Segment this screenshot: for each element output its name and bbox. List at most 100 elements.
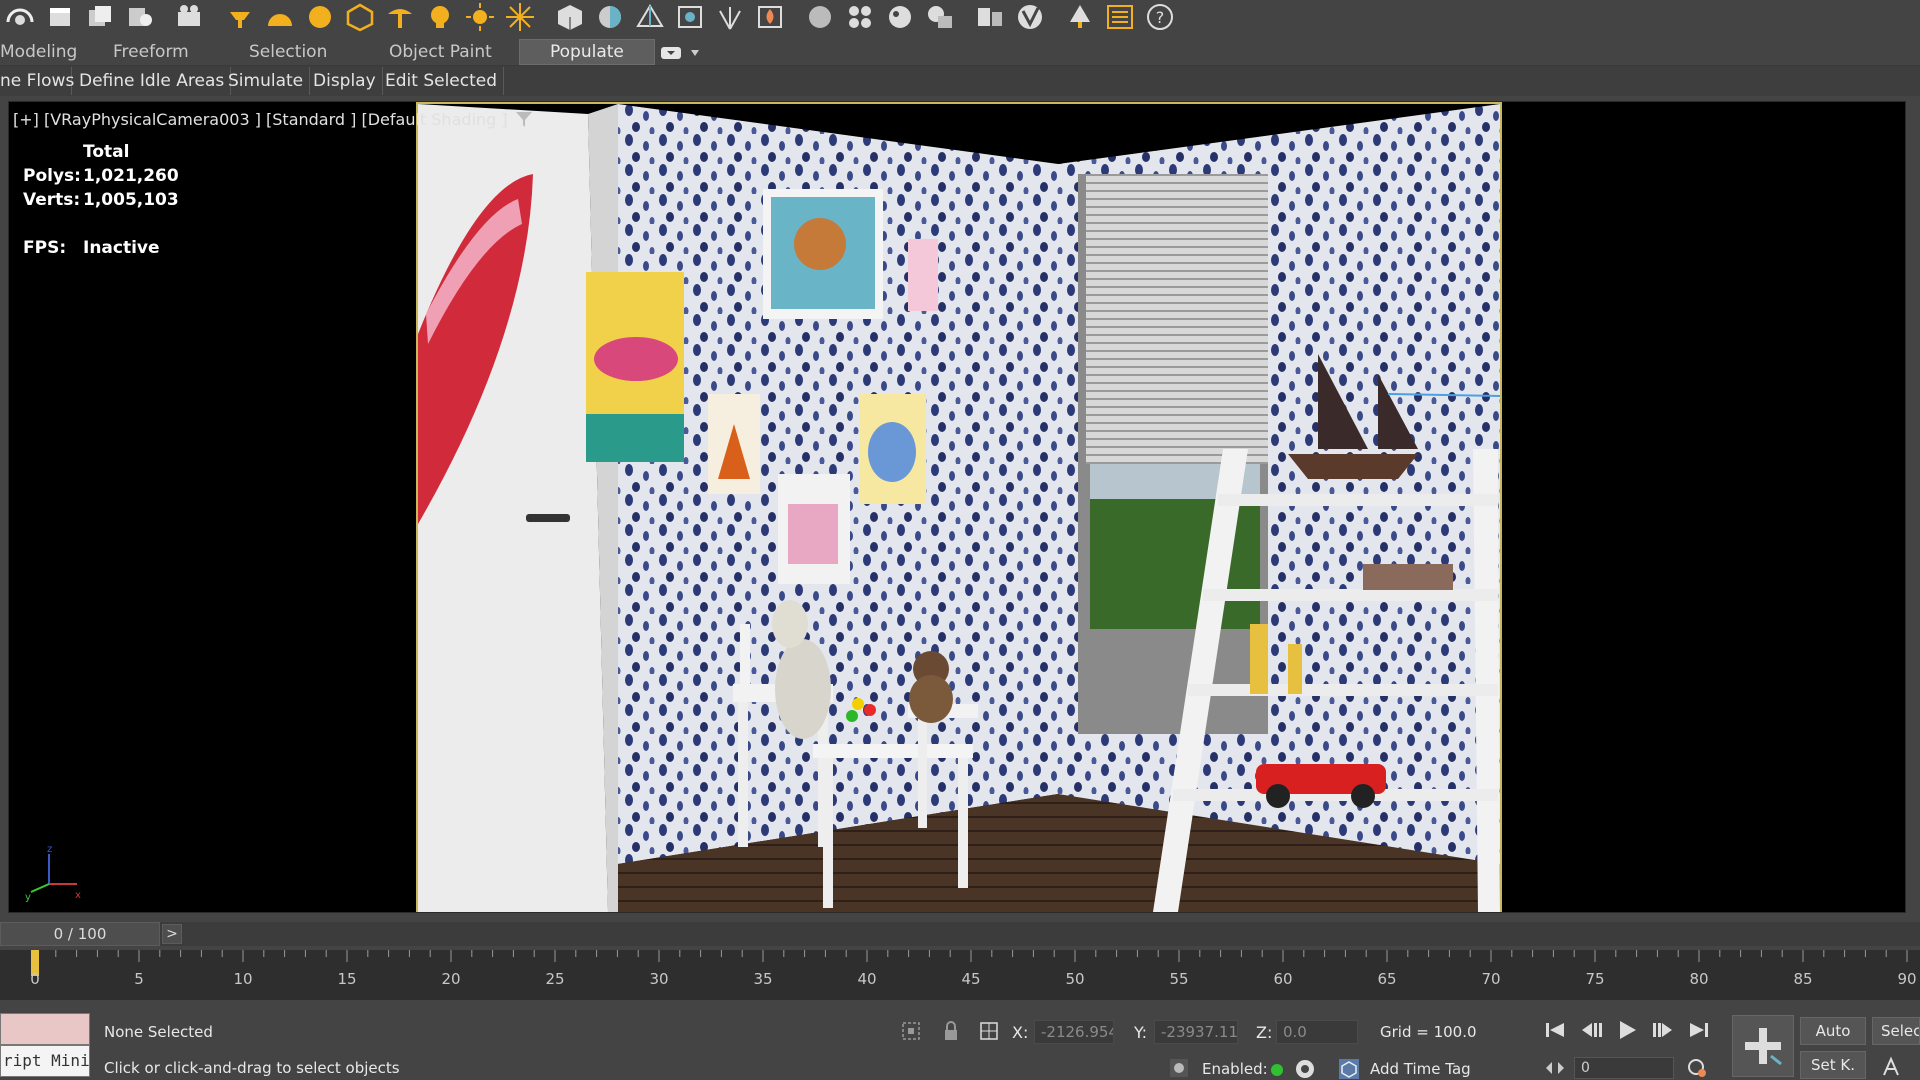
auto-key-button[interactable]: Auto <box>1800 1017 1866 1045</box>
maxscript-output[interactable] <box>0 1013 90 1045</box>
time-slider-thumb[interactable]: 0 / 100 <box>0 922 160 946</box>
ribbon-panel: ne Flows Define Idle Areas Simulate Disp… <box>0 66 1920 96</box>
play-icon[interactable] <box>1614 1017 1640 1043</box>
camera-icon[interactable] <box>170 0 210 34</box>
light-bulb-icon[interactable] <box>420 0 460 34</box>
fur-icon[interactable] <box>670 0 710 34</box>
absolute-mode-icon[interactable] <box>978 1020 1000 1042</box>
fps-label: FPS: <box>23 238 67 258</box>
time-configuration-icon[interactable] <box>1686 1057 1708 1079</box>
key-mode-icon[interactable] <box>1544 1057 1566 1079</box>
key-plus-icon <box>1745 1028 1782 1066</box>
track-tick-label: 85 <box>1793 970 1813 988</box>
enabled-label: Enabled: <box>1202 1060 1268 1078</box>
track-tick-label: 15 <box>337 970 357 988</box>
tab-modeling[interactable]: Modeling <box>0 40 77 64</box>
track-tick-label: 30 <box>649 970 669 988</box>
box-icon[interactable] <box>40 0 80 34</box>
frame-buffer-icon[interactable] <box>970 0 1010 34</box>
x-coordinate-field[interactable]: -2126.954 <box>1034 1020 1114 1044</box>
simulate-button[interactable]: Simulate <box>222 67 311 95</box>
dome-light-icon[interactable] <box>260 0 300 34</box>
track-tick-label: 65 <box>1377 970 1397 988</box>
sky-icon[interactable] <box>0 0 40 34</box>
track-tick-label: 75 <box>1585 970 1605 988</box>
time-tag-icon[interactable] <box>1338 1058 1360 1080</box>
set-key-button[interactable]: Set K. <box>1800 1051 1866 1079</box>
key-filters-icon[interactable] <box>1880 1055 1902 1077</box>
define-idle-areas-button[interactable]: Define Idle Areas <box>73 67 232 95</box>
define-flows-button[interactable]: ne Flows <box>0 67 74 95</box>
time-slider[interactable]: 0 / 100 > <box>0 922 1920 946</box>
current-frame-field[interactable]: 0 <box>1574 1057 1674 1079</box>
maxscript-listener[interactable]: ript Mini <box>0 1013 90 1079</box>
copy-icon[interactable] <box>80 0 120 34</box>
track-tick-label: 10 <box>233 970 253 988</box>
z-coordinate-field[interactable]: 0.0 <box>1276 1020 1358 1044</box>
viewport-label-text[interactable]: [+] [VRayPhysicalCamera003 ] [Standard ]… <box>13 110 508 129</box>
set-keys-button[interactable] <box>1732 1015 1794 1077</box>
sunlight-icon[interactable] <box>500 0 540 34</box>
next-frame-button[interactable]: > <box>162 924 182 944</box>
prompt-line: Click or click-and-drag to select object… <box>104 1059 400 1077</box>
tab-object-paint[interactable]: Object Paint <box>389 40 492 64</box>
grid-size: Grid = 100.0 <box>1380 1023 1477 1041</box>
adaptive-degradation-icon[interactable] <box>1168 1057 1190 1079</box>
axis-tripod-icon: z x y <box>25 844 81 902</box>
tree-icon[interactable] <box>1060 0 1100 34</box>
track-tick-label: 0 <box>30 970 40 988</box>
app-window: ? Modeling Freeform Selection Object Pai… <box>0 0 1920 1080</box>
sphere-light-icon[interactable] <box>300 0 340 34</box>
go-to-start-icon[interactable] <box>1542 1017 1568 1043</box>
sphere-icon[interactable] <box>590 0 630 34</box>
tab-selection[interactable]: Selection <box>249 40 327 64</box>
selection-set-dropdown[interactable]: Selec <box>1872 1017 1920 1045</box>
grass-icon[interactable] <box>710 0 750 34</box>
enabled-status-icon[interactable] <box>1271 1064 1283 1076</box>
chevron-down-icon <box>691 50 699 56</box>
particles-icon[interactable] <box>840 0 880 34</box>
lock-icon[interactable] <box>940 1020 962 1042</box>
track-bar[interactable]: 0 5 10 15 20 25 30 35 40 45 50 55 60 65 70 75 80 85 90 <box>0 950 1920 1000</box>
track-tick-label: 60 <box>1273 970 1293 988</box>
maxscript-mini-input[interactable]: ript Mini <box>0 1045 90 1077</box>
ies-light-icon[interactable] <box>380 0 420 34</box>
track-ticks <box>31 950 1908 976</box>
object-icon[interactable] <box>120 0 160 34</box>
box-proxy-icon[interactable] <box>550 0 590 34</box>
material-icon[interactable] <box>880 0 920 34</box>
track-tick-label: 90 <box>1897 970 1917 988</box>
verts-label: Verts: <box>23 190 81 210</box>
ribbon-options-dropdown[interactable] <box>660 44 702 62</box>
tab-freeform[interactable]: Freeform <box>113 40 189 64</box>
list-icon[interactable] <box>1100 0 1140 34</box>
z-label: Z: <box>1256 1023 1273 1042</box>
isolate-selection-icon[interactable] <box>900 1020 922 1042</box>
camera-viewport[interactable]: [+] [VRayPhysicalCamera003 ] [Standard ]… <box>8 101 1906 913</box>
polys-label: Polys: <box>23 166 81 186</box>
plane-icon[interactable] <box>630 0 670 34</box>
filter-icon[interactable] <box>514 109 534 129</box>
y-coordinate-field[interactable]: -23937.119 <box>1154 1020 1238 1044</box>
display-button[interactable]: Display <box>307 67 383 95</box>
spot-light-icon[interactable] <box>220 0 260 34</box>
y-label: Y: <box>1134 1023 1148 1042</box>
x-label: X: <box>1012 1023 1029 1042</box>
add-time-tag-button[interactable]: Add Time Tag <box>1370 1060 1471 1078</box>
next-frame-icon[interactable] <box>1650 1017 1676 1043</box>
previous-frame-icon[interactable] <box>1578 1017 1604 1043</box>
ball-icon[interactable] <box>800 0 840 34</box>
viewport-label[interactable]: [+] [VRayPhysicalCamera003 ] [Standard ]… <box>13 109 534 129</box>
time-config-icon[interactable] <box>1294 1058 1316 1080</box>
edit-selected-button[interactable]: Edit Selected <box>379 67 505 95</box>
tab-populate[interactable]: Populate <box>519 39 655 65</box>
ribbon-tab-bar: Modeling Freeform Selection Object Paint… <box>0 36 1920 66</box>
vray-icon[interactable] <box>1010 0 1050 34</box>
selection-status: None Selected <box>104 1023 213 1041</box>
fire-icon[interactable] <box>750 0 790 34</box>
material-editor-icon[interactable] <box>920 0 960 34</box>
go-to-end-icon[interactable] <box>1686 1017 1712 1043</box>
mesh-light-icon[interactable] <box>340 0 380 34</box>
help-icon[interactable]: ? <box>1140 0 1180 34</box>
sun-icon[interactable] <box>460 0 500 34</box>
